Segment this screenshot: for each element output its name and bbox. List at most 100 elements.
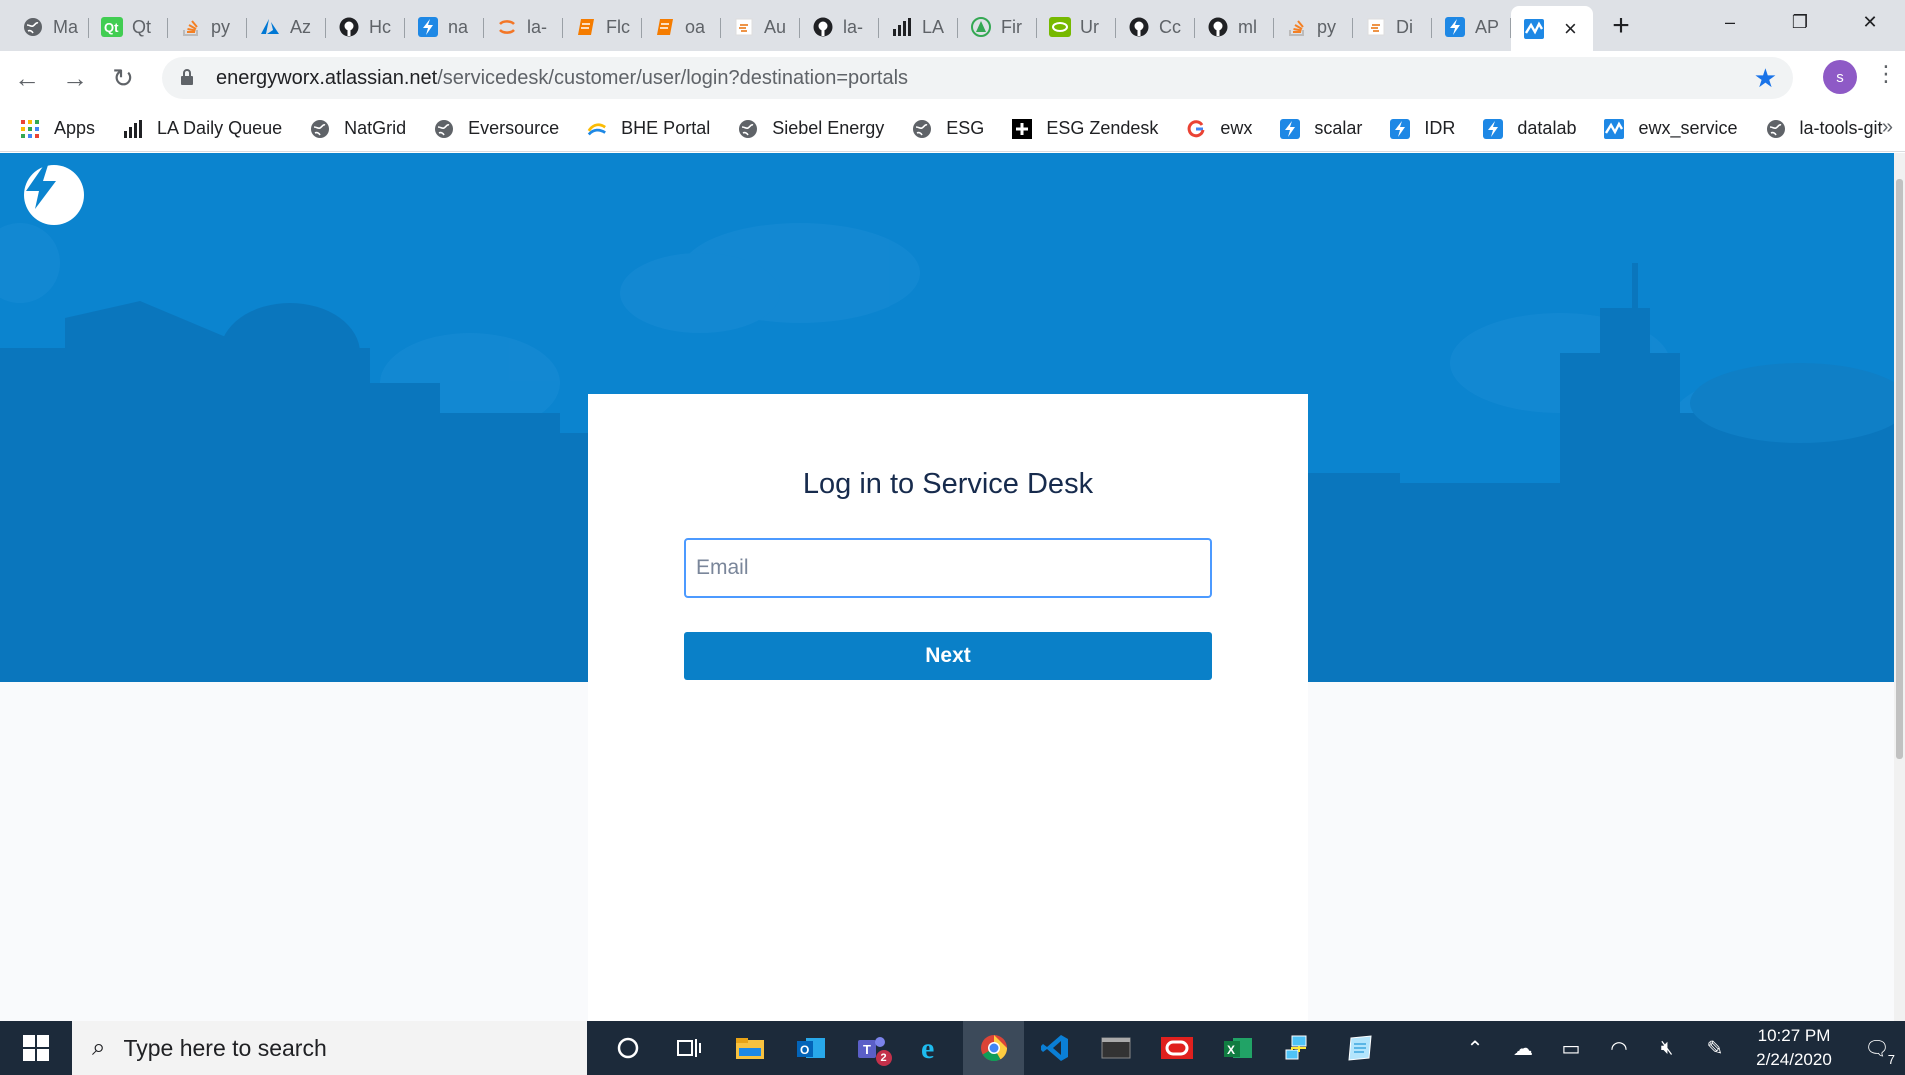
onedrive-icon[interactable]: ☁ [1499, 1036, 1547, 1061]
ie-icon: e [918, 1034, 948, 1062]
email-field[interactable] [684, 538, 1212, 598]
taskbar-search[interactable]: ⌕ Type here to search [72, 1021, 587, 1075]
arrow-right-icon: → [62, 63, 88, 93]
tab-title: na [448, 16, 469, 37]
back-button[interactable]: ← [6, 58, 48, 100]
browser-tab[interactable]: Ur [1037, 8, 1116, 46]
browser-tab[interactable]: la- [800, 8, 879, 46]
pulse-icon [1523, 18, 1545, 40]
clock[interactable]: 10:27 PM 2/24/2020 [1739, 1024, 1849, 1072]
battery-icon[interactable]: ▭ [1547, 1036, 1595, 1061]
browser-tab[interactable]: Hc [326, 8, 405, 46]
browser-tab[interactable]: Az [247, 8, 326, 46]
browser-tab[interactable]: Ma [10, 8, 89, 46]
wifi-icon[interactable]: ◠ [1595, 1036, 1643, 1061]
bars-icon [123, 119, 143, 139]
forward-button[interactable]: → [54, 58, 96, 100]
browser-tab[interactable]: Fir [958, 8, 1037, 46]
next-button[interactable]: Next [684, 632, 1212, 680]
bookmarks-more-button[interactable]: » [1882, 116, 1893, 139]
notepad-taskbar-button[interactable] [1329, 1021, 1390, 1075]
bookmark-star-icon[interactable]: ★ [1754, 63, 1777, 94]
page-scrollbar[interactable] [1894, 153, 1905, 1021]
browser-tab[interactable]: Qt Qt [89, 8, 168, 46]
bookmark-label: NatGrid [344, 118, 407, 138]
tray-chevron-icon[interactable]: ⌃ [1451, 1036, 1499, 1061]
notification-center-button[interactable]: 🗨︎ 7 [1849, 1036, 1905, 1067]
restore-button[interactable]: ❐ [1765, 0, 1835, 44]
bookmark-item[interactable]: Siebel Energy [738, 118, 884, 139]
close-tab-icon[interactable]: × [1564, 16, 1577, 42]
tab-title: py [1317, 16, 1337, 37]
google-icon [1186, 119, 1206, 139]
vscode-taskbar-button[interactable] [1024, 1021, 1085, 1075]
bookmark-label: ewx_service [1638, 118, 1738, 138]
cortana-taskbar-button[interactable] [597, 1021, 658, 1075]
bookmark-item[interactable]: ewx_service [1604, 118, 1738, 139]
bookmark-item[interactable]: Apps [20, 118, 95, 139]
address-bar[interactable]: energyworx.atlassian.net/servicedesk/cus… [162, 57, 1793, 99]
bolt-icon [417, 16, 439, 38]
profile-avatar[interactable]: s [1823, 60, 1857, 94]
close-window-button[interactable]: ✕ [1835, 0, 1905, 44]
excel-taskbar-button[interactable]: X [1207, 1021, 1268, 1075]
bookmark-item[interactable]: scalar [1280, 118, 1362, 139]
volume-muted-icon[interactable]: 🔇︎ [1643, 1037, 1691, 1060]
new-tab-button[interactable]: + [1593, 6, 1649, 46]
taskbar-search-placeholder: Type here to search [123, 1034, 327, 1061]
bookmark-item[interactable]: ewx [1186, 118, 1252, 139]
bookmark-item[interactable]: BHE Portal [587, 118, 710, 139]
browser-tab[interactable]: na [405, 8, 484, 46]
svg-text:e: e [921, 1034, 934, 1062]
service-desk-logo[interactable] [24, 165, 84, 225]
browser-tab[interactable]: Di [1353, 8, 1432, 46]
browser-tab[interactable]: py [168, 8, 247, 46]
reload-button[interactable]: ↻ [102, 58, 144, 100]
chrome-taskbar-button[interactable] [963, 1021, 1024, 1075]
browser-tab[interactable]: AP [1432, 8, 1511, 46]
browser-tab-active[interactable]: × [1511, 6, 1593, 51]
browser-tab[interactable]: py [1274, 8, 1353, 46]
browser-tab[interactable]: oa [642, 8, 721, 46]
scrollbar-thumb[interactable] [1896, 179, 1903, 759]
browser-tab[interactable]: Cc [1116, 8, 1195, 46]
bookmark-item[interactable]: ESG Zendesk [1012, 118, 1158, 139]
file-explorer-taskbar-button[interactable] [719, 1021, 780, 1075]
bookmark-item[interactable]: Eversource [434, 118, 559, 139]
start-button[interactable] [0, 1021, 72, 1075]
outlook-taskbar-button[interactable]: O [780, 1021, 841, 1075]
browser-tab[interactable]: ml [1195, 8, 1274, 46]
bookmark-label: scalar [1314, 118, 1363, 138]
bookmark-item[interactable]: IDR [1390, 118, 1455, 139]
tab-title: Fir [1001, 16, 1022, 37]
network-taskbar-button[interactable] [1268, 1021, 1329, 1075]
tab-title: py [211, 16, 231, 37]
tab-title: AP [1475, 16, 1500, 37]
terminal-taskbar-button[interactable] [1085, 1021, 1146, 1075]
browser-tab[interactable]: Au [721, 8, 800, 46]
bookmark-item[interactable]: ESG [912, 118, 984, 139]
lock-icon [180, 68, 198, 88]
bookmark-item[interactable]: datalab [1483, 118, 1576, 139]
browser-tab[interactable]: Flc [563, 8, 642, 46]
tab-title: Ur [1080, 16, 1099, 37]
browser-tab[interactable]: la- [484, 8, 563, 46]
minimize-button[interactable]: – [1695, 0, 1765, 44]
oracle-taskbar-button[interactable] [1146, 1021, 1207, 1075]
bookmark-item[interactable]: LA Daily Queue [123, 118, 282, 139]
bookmark-item[interactable]: NatGrid [310, 118, 406, 139]
file-explorer-icon [735, 1036, 765, 1060]
browser-tab[interactable]: LA [879, 8, 958, 46]
chat-bubble-icon: 🗨︎ [1864, 1037, 1890, 1060]
more-menu-icon[interactable]: ⋮ [1875, 61, 1897, 87]
bookmark-item[interactable]: la-tools-git [1766, 118, 1883, 139]
task-view-taskbar-button[interactable] [658, 1021, 719, 1075]
oracle-icon [1160, 1037, 1193, 1059]
teams-taskbar-button[interactable]: T2 [841, 1021, 902, 1075]
svg-text:Qt: Qt [104, 20, 119, 35]
tab-title: oa [685, 16, 706, 37]
pen-icon[interactable]: ✎ [1691, 1036, 1739, 1061]
url-host: energyworx.atlassian.net [216, 66, 438, 89]
ie-taskbar-button[interactable]: e [902, 1021, 963, 1075]
system-tray: ⌃ ☁ ▭ ◠ 🔇︎ ✎ 10:27 PM 2/24/2020 🗨︎ 7 [1451, 1021, 1905, 1075]
